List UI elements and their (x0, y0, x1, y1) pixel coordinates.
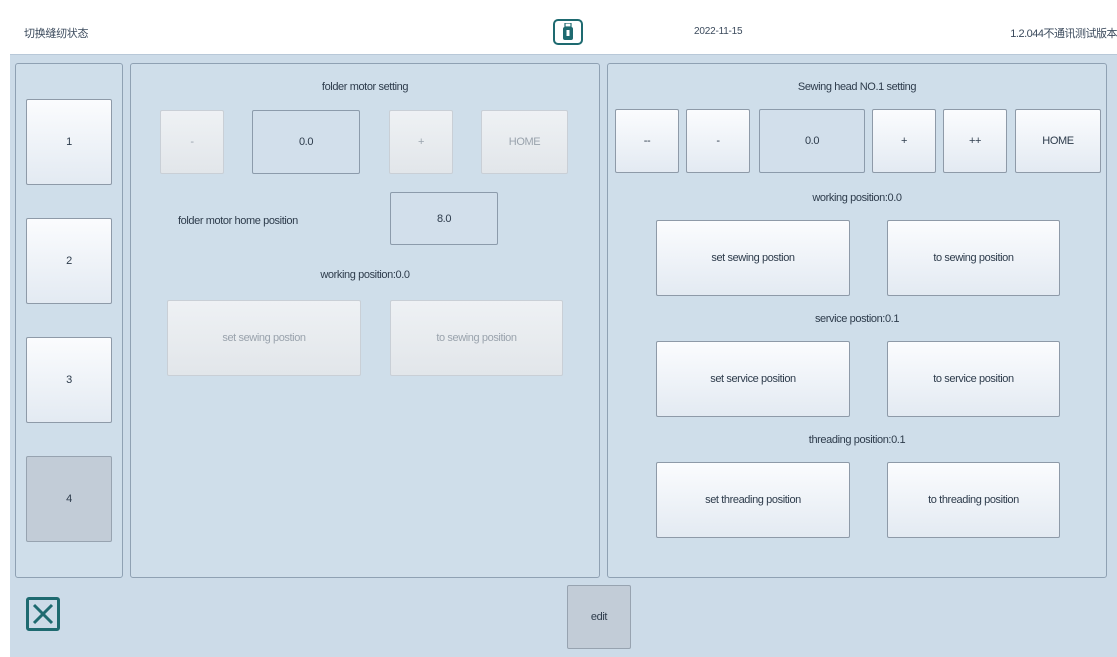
head-plus-plus-label: ++ (968, 135, 982, 147)
head-plus-button[interactable]: + (872, 109, 936, 173)
folder-plus-label: + (417, 136, 425, 148)
head-threading-position-text: threading position:0.1 (808, 434, 906, 446)
head-minus-button[interactable]: - (686, 109, 750, 173)
folder-value: 0.0 (298, 136, 314, 148)
tab-4-label: 4 (66, 493, 72, 505)
head-home-button[interactable]: HOME (1015, 109, 1101, 173)
head-value: 0.0 (804, 135, 820, 147)
folder-to-sewing-label: to sewing position (436, 332, 517, 344)
folder-set-sewing-position-button[interactable]: set sewing postion (167, 300, 361, 376)
tab-4[interactable]: 4 (26, 456, 112, 542)
head-minus-minus-button[interactable]: -- (615, 109, 679, 173)
usb-button[interactable] (553, 19, 583, 45)
tab-2-label: 2 (66, 255, 72, 267)
head-value-field[interactable]: 0.0 (759, 109, 865, 173)
head-minus-minus-label: -- (643, 135, 651, 147)
folder-plus-button[interactable]: + (389, 110, 453, 174)
head-plus-plus-button[interactable]: ++ (943, 109, 1007, 173)
head-set-sewing-label: set sewing postion (711, 252, 795, 264)
folder-minus-button[interactable]: - (160, 110, 224, 174)
folder-value-field[interactable]: 0.0 (252, 110, 360, 174)
close-button[interactable] (26, 597, 60, 631)
head-set-service-label: set service position (710, 373, 796, 385)
top-bar: 切换缝纫状态 2022-11-15 1.2.044不通讯测试版本 (10, 10, 1117, 55)
tab-1-label: 1 (66, 136, 72, 148)
folder-to-sewing-position-button[interactable]: to sewing position (390, 300, 563, 376)
head-set-threading-label: set threading position (705, 494, 801, 506)
side-tab-panel: 1 2 3 4 (15, 63, 123, 578)
folder-home-position-value: 8.0 (436, 212, 452, 225)
folder-motor-title: folder motor setting (321, 81, 409, 93)
folder-home-position-label: folder motor home position (178, 215, 298, 227)
edit-button[interactable]: edit (567, 585, 631, 649)
head-home-label: HOME (1042, 135, 1074, 147)
tab-1[interactable]: 1 (26, 99, 112, 185)
head-set-sewing-position-button[interactable]: set sewing postion (656, 220, 850, 296)
app-screen: 切换缝纫状态 2022-11-15 1.2.044不通讯测试版本 1 2 3 4… (10, 10, 1117, 657)
head-to-threading-label: to threading position (928, 494, 1019, 506)
head-to-sewing-position-button[interactable]: to sewing position (887, 220, 1060, 296)
folder-home-label: HOME (508, 136, 541, 148)
folder-home-position-field[interactable]: 8.0 (390, 192, 498, 245)
head-plus-label: + (900, 135, 908, 147)
head-service-position-text: service postion:0.1 (814, 313, 900, 325)
usb-drive-icon (563, 23, 573, 40)
folder-home-button[interactable]: HOME (481, 110, 568, 174)
tab-2[interactable]: 2 (26, 218, 112, 304)
head-set-service-position-button[interactable]: set service position (656, 341, 850, 417)
head-minus-label: - (716, 135, 720, 147)
version-text: 1.2.044不通讯测试版本 (1010, 28, 1117, 40)
head-to-threading-position-button[interactable]: to threading position (887, 462, 1060, 538)
close-x-icon (32, 603, 54, 625)
head-working-position-text: working position:0.0 (812, 192, 902, 204)
edit-label: edit (590, 611, 608, 623)
head-set-threading-position-button[interactable]: set threading position (656, 462, 850, 538)
tab-3-label: 3 (66, 374, 72, 386)
date-display: 2022-11-15 (694, 26, 743, 37)
head-to-service-position-button[interactable]: to service position (887, 341, 1060, 417)
folder-set-sewing-label: set sewing postion (222, 332, 306, 344)
tab-3[interactable]: 3 (26, 337, 112, 423)
sewing-head-panel: Sewing head NO.1 setting -- - 0.0 + ++ H… (607, 63, 1107, 578)
head-to-service-label: to service position (933, 373, 1014, 385)
folder-working-position-text: working position:0.0 (320, 269, 410, 281)
sewing-head-title: Sewing head NO.1 setting (797, 81, 917, 93)
head-to-sewing-label: to sewing position (933, 252, 1014, 264)
folder-motor-panel: folder motor setting - 0.0 + HOME folder… (130, 63, 600, 578)
mode-status-text: 切换缝纫状态 (24, 28, 89, 40)
folder-minus-label: - (190, 136, 194, 148)
